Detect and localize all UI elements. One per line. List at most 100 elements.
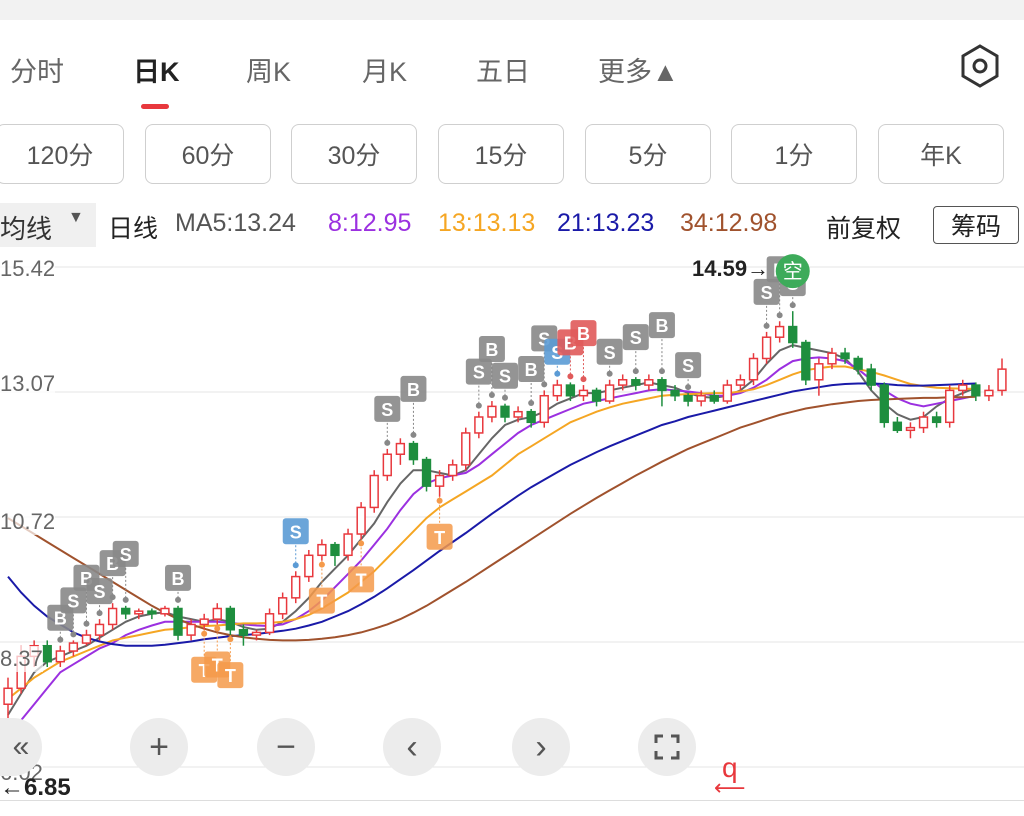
signal-badge-label: S (473, 363, 485, 383)
candle-body (539, 394, 549, 424)
candle-body (984, 389, 994, 397)
candle-body (945, 389, 955, 424)
interval-60min-button[interactable]: 60分 (145, 124, 271, 184)
candle-body (735, 379, 746, 386)
candle-body (186, 623, 196, 636)
hexagon-gear-icon[interactable] (956, 42, 1004, 90)
signal-dot (789, 302, 796, 309)
candle-body (343, 533, 353, 557)
signal-dot (763, 322, 770, 329)
signal-dot (606, 370, 613, 377)
candle-body (94, 623, 105, 636)
signal-dot (502, 394, 508, 401)
active-tab-indicator (141, 104, 169, 109)
candle-body (591, 389, 602, 402)
signal-badge-label: B (485, 340, 498, 360)
candle-body (81, 634, 92, 644)
candle-body (147, 610, 157, 615)
fullscreen-icon (654, 734, 680, 760)
candle-body (918, 416, 929, 429)
candle-body (264, 613, 275, 634)
candle-body (121, 607, 131, 615)
candle-body (3, 687, 13, 705)
ma34-value: 34:12.98 (680, 209, 778, 237)
candle-body (604, 384, 615, 402)
candle-body (565, 384, 576, 397)
candle-body (500, 405, 510, 418)
candle-body (160, 607, 170, 615)
interval-15min-button[interactable]: 15分 (438, 124, 564, 184)
signal-dot (488, 392, 495, 399)
interval-yearly-button[interactable]: 年K (878, 124, 1004, 184)
candle-body (277, 597, 288, 615)
signal-dot (776, 312, 783, 319)
signal-dot (632, 368, 639, 375)
tab-five-day[interactable]: 五日 (476, 50, 530, 89)
y-tick-label: 8.37 (0, 646, 43, 672)
signal-badge-label: T (434, 528, 445, 548)
tab-monthly-k[interactable]: 月K (362, 50, 407, 89)
signal-badge-label: S (120, 545, 132, 565)
indicator-dropdown[interactable]: 均线 ▼ (0, 203, 96, 247)
candle-body (788, 325, 798, 344)
candle-body (670, 389, 680, 397)
signal-dot (70, 631, 77, 638)
candle-body (709, 394, 719, 402)
signal-dot (57, 636, 64, 643)
zoom-out-button[interactable]: − (257, 718, 315, 776)
candle-body (774, 325, 785, 338)
interval-1min-button[interactable]: 1分 (731, 124, 857, 184)
candle-body (814, 363, 824, 381)
candle-body (526, 410, 536, 424)
signal-badge-label: S (381, 400, 393, 420)
signal-dot (96, 610, 103, 617)
indicator-label: 均线 (0, 214, 53, 244)
signal-dot (580, 376, 587, 383)
signal-badge-label: T (356, 570, 367, 590)
candle-body (958, 384, 968, 392)
signal-badge-label: B (577, 324, 590, 344)
signal-badge-label: S (499, 367, 511, 387)
tab-weekly-k[interactable]: 周K (246, 50, 291, 89)
signal-dot (567, 373, 574, 380)
candle-body (134, 610, 144, 615)
adjust-mode-label[interactable]: 前复权 (826, 209, 901, 245)
tab-intraday[interactable]: 分时 (10, 50, 64, 89)
signal-dot (318, 561, 325, 568)
period-tabs: 分时 日K 周K 月K 五日 更多▲ (0, 40, 1024, 100)
zoom-in-button[interactable]: + (130, 718, 188, 776)
candle-body (879, 384, 889, 424)
candle-body (474, 416, 484, 434)
candle-body (68, 642, 79, 652)
signal-badge-label: S (290, 522, 302, 542)
candle-body (631, 379, 641, 386)
signal-dot (528, 400, 535, 407)
scroll-left-button[interactable]: ‹ (383, 718, 441, 776)
time-axis-ruler (0, 800, 1024, 816)
tab-more[interactable]: 更多▲ (598, 50, 679, 89)
signal-badge-label: S (630, 328, 642, 348)
interval-30min-button[interactable]: 30分 (291, 124, 417, 184)
chips-button[interactable]: 筹码 (933, 206, 1019, 244)
signal-dot (214, 625, 221, 632)
interval-5min-button[interactable]: 5分 (585, 124, 711, 184)
tab-daily-k[interactable]: 日K (133, 50, 180, 89)
candle-body (461, 432, 471, 466)
interval-120min-button[interactable]: 120分 (0, 124, 124, 184)
ma21-value: 21:13.23 (557, 209, 655, 237)
signal-badge-label: S (604, 343, 616, 363)
fullscreen-button[interactable] (638, 718, 696, 776)
signal-dot (685, 384, 692, 391)
candle-body (421, 458, 432, 487)
signal-dot (541, 381, 548, 388)
candle-body (487, 405, 497, 418)
candle-body (434, 474, 445, 487)
signal-badge-label: T (316, 592, 327, 612)
signal-badge-label: B (172, 569, 185, 589)
candle-body (892, 421, 903, 432)
signal-badge-label: S (94, 582, 106, 602)
scroll-right-button[interactable]: › (512, 718, 570, 776)
candle-body (801, 341, 811, 381)
candle-body (931, 416, 942, 424)
ma-line-ma34 (7, 395, 976, 642)
